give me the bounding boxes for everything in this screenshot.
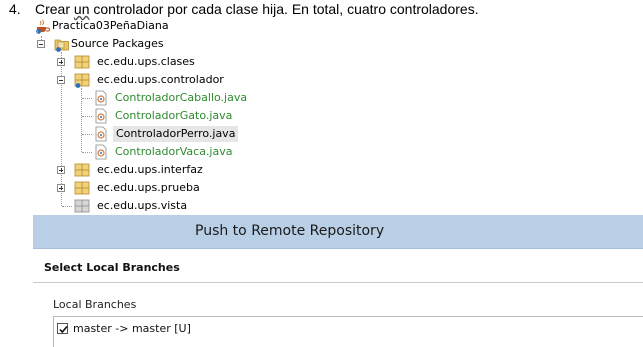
section-header: Select Local Branches bbox=[33, 249, 643, 283]
branch-list: master -> master [U] bbox=[53, 316, 643, 347]
package-icon bbox=[74, 54, 90, 70]
tree-item-label: ec.edu.ups.interfaz bbox=[97, 163, 203, 176]
tree-item-label: ControladorVaca.java bbox=[115, 145, 233, 158]
java-file-icon bbox=[93, 90, 109, 106]
dialog-title-bar: Push to Remote Repository bbox=[33, 215, 643, 249]
expand-toggle-icon[interactable] bbox=[57, 166, 65, 174]
project-tree: j Practica03PeñaDiana Source Packages ec… bbox=[0, 0, 643, 215]
tree-item-label-selected: ControladorPerro.java bbox=[113, 126, 239, 142]
java-file-icon bbox=[93, 126, 109, 142]
tree-guide-line bbox=[62, 206, 72, 207]
tree-guide-line bbox=[82, 98, 92, 99]
source-folder-icon bbox=[54, 36, 70, 52]
push-dialog: Push to Remote Repository Select Local B… bbox=[33, 215, 643, 347]
java-project-icon: j bbox=[34, 18, 50, 34]
tree-item-label: Source Packages bbox=[71, 37, 164, 50]
local-branches-label: Local Branches bbox=[53, 298, 137, 311]
empty-package-icon bbox=[74, 198, 90, 214]
package-icon bbox=[74, 162, 90, 178]
checkmark-icon bbox=[59, 325, 68, 333]
tree-item-label: ec.edu.ups.clases bbox=[97, 55, 195, 68]
collapse-toggle-icon[interactable] bbox=[37, 40, 45, 48]
tree-guide-line bbox=[82, 134, 92, 135]
dialog-title: Push to Remote Repository bbox=[195, 223, 385, 239]
expand-toggle-icon[interactable] bbox=[57, 184, 65, 192]
tree-item-label: ControladorCaballo.java bbox=[115, 91, 248, 104]
expand-toggle-icon[interactable] bbox=[57, 58, 65, 66]
branch-item[interactable]: master -> master [U] bbox=[57, 320, 191, 336]
package-icon bbox=[74, 180, 90, 196]
java-file-icon bbox=[93, 108, 109, 124]
tree-item-label: ec.edu.ups.controlador bbox=[97, 73, 224, 86]
package-icon bbox=[74, 72, 90, 88]
svg-text:j: j bbox=[36, 29, 38, 34]
collapse-toggle-icon[interactable] bbox=[57, 76, 65, 84]
section-title: Select Local Branches bbox=[44, 261, 180, 274]
tree-item-label: ControladorGato.java bbox=[115, 109, 233, 122]
tree-item-label: Practica03PeñaDiana bbox=[52, 19, 169, 32]
branch-checkbox[interactable] bbox=[57, 322, 68, 334]
tree-item-label: ec.edu.ups.vista bbox=[97, 199, 188, 212]
java-file-icon bbox=[93, 144, 109, 160]
tree-guide-line bbox=[82, 152, 92, 153]
tree-guide-line bbox=[82, 116, 92, 117]
branch-label: master -> master [U] bbox=[73, 321, 191, 335]
tree-item-label: ec.edu.ups.prueba bbox=[97, 181, 200, 194]
